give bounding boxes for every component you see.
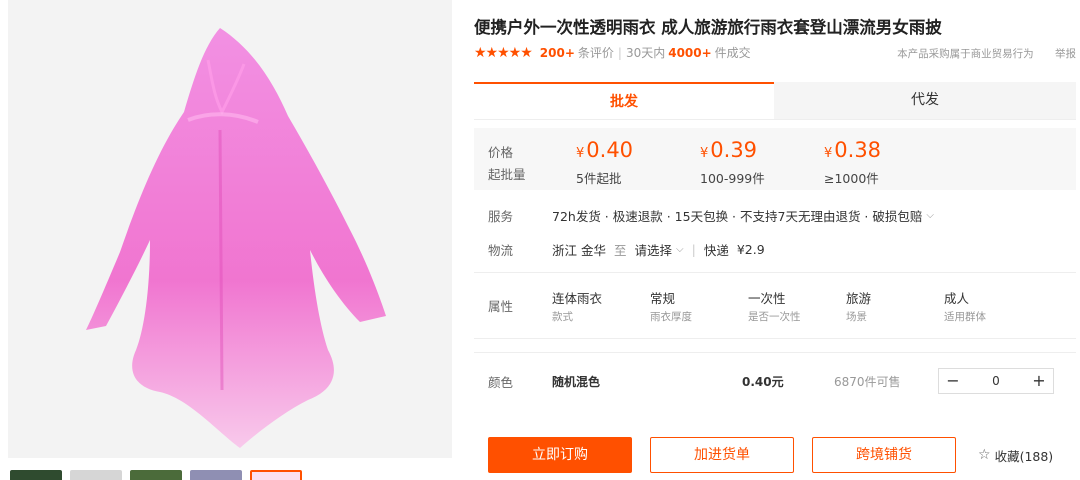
- price-tier: ¥0.39 100-999件: [700, 138, 765, 187]
- review-count[interactable]: 200+: [540, 46, 575, 60]
- sku-color: 随机混色: [552, 374, 601, 389]
- divider: [474, 272, 1076, 273]
- sku-row: 颜色 随机混色 0.40元 6870件可售 − 0 +: [488, 368, 1076, 394]
- logistics-origin: 浙江 金华: [552, 243, 606, 258]
- review-suffix[interactable]: 条评价: [578, 44, 614, 61]
- sales-count: 4000+: [668, 45, 712, 60]
- attribute-key: 适用群体: [944, 311, 986, 323]
- attribute-value: 常规: [650, 291, 676, 306]
- service-label: 服务: [488, 209, 514, 224]
- attribute-value: 一次性: [748, 291, 786, 306]
- attribute-key: 场景: [846, 311, 867, 323]
- currency-symbol: ¥: [576, 146, 585, 161]
- moq-label: 起批量: [488, 167, 526, 182]
- service-text: 72h发货 · 极速退款 · 15天包换 · 不支持7天无理由退货 · 破损包赔: [552, 209, 923, 224]
- attribute-key: 是否一次性: [748, 311, 801, 323]
- attributes-row: 属性 连体雨衣 款式 常规 雨衣厚度 一次性 是否一次性 旅游 场景 成人 适用…: [488, 288, 1042, 324]
- product-gallery: [0, 0, 462, 480]
- logistics-row: 物流 浙江 金华 至 请选择 ⌵ | 快递 ¥2.9: [488, 240, 765, 259]
- quantity-stepper: − 0 +: [938, 368, 1054, 394]
- chevron-down-icon[interactable]: ⌵: [926, 210, 934, 221]
- attribute-item: 旅游 场景: [846, 288, 944, 324]
- buy-now-button[interactable]: 立即订购: [488, 437, 632, 473]
- quantity-input[interactable]: 0: [967, 369, 1025, 393]
- divider: [474, 352, 1076, 353]
- star-rating-icon: ★★★★★: [474, 44, 533, 61]
- logistics-label: 物流: [488, 243, 514, 258]
- attribute-value: 连体雨衣: [552, 291, 603, 306]
- service-row: 服务 72h发货 · 极速退款 · 15天包换 · 不支持7天无理由退货 · 破…: [488, 206, 934, 225]
- thumbnail[interactable]: [10, 470, 62, 480]
- add-to-cart-button[interactable]: 加进货单: [650, 437, 794, 473]
- thumbnail-strip: [10, 470, 302, 480]
- favorite-label: 收藏(188): [994, 448, 1054, 464]
- tab-dropship[interactable]: 代发: [774, 82, 1076, 119]
- price-box: 价格 起批量 ¥0.40 5件起批 ¥0.39 100-999件 ¥0.38 ≥…: [474, 128, 1076, 190]
- attribute-item: 成人 适用群体: [944, 288, 1042, 324]
- logistics-to: 至: [613, 243, 627, 258]
- trade-notice-text: 本产品采购属于商业贸易行为: [897, 48, 1034, 60]
- tier-quantity: 5件起批: [576, 171, 622, 186]
- product-info-panel: 便携户外一次性透明雨衣 成人旅游旅行雨衣套登山漂流男女雨披 ★★★★★ 200+…: [474, 0, 1080, 480]
- plus-button[interactable]: +: [1025, 369, 1053, 393]
- price-tier: ¥0.40 5件起批: [576, 138, 633, 187]
- action-bar: 立即订购 加进货单 跨境铺货 ☆ 收藏(188): [488, 437, 1053, 473]
- sku-label: 颜色: [488, 374, 514, 390]
- tier-price: 0.40: [586, 138, 634, 162]
- trade-notice: 本产品采购属于商业贸易行为 举报: [897, 46, 1076, 61]
- price-labels: 价格 起批量: [488, 142, 526, 186]
- tier-price: 0.39: [710, 138, 758, 162]
- attributes-label: 属性: [488, 299, 514, 314]
- separator: |: [617, 45, 622, 60]
- attribute-value: 成人: [944, 291, 970, 306]
- thumbnail-selected[interactable]: [250, 470, 302, 480]
- attribute-key: 雨衣厚度: [650, 311, 692, 323]
- attribute-item: 一次性 是否一次性: [748, 288, 846, 324]
- attribute-item: 常规 雨衣厚度: [650, 288, 748, 324]
- tier-quantity: ≥1000件: [824, 171, 879, 186]
- destination-select[interactable]: 请选择: [635, 240, 673, 259]
- tier-price: 0.38: [834, 138, 882, 162]
- product-title: 便携户外一次性透明雨衣 成人旅游旅行雨衣套登山漂流男女雨披: [474, 18, 942, 37]
- attribute-key: 款式: [552, 311, 573, 323]
- star-icon: ☆: [978, 447, 991, 463]
- tab-wholesale[interactable]: 批发: [474, 82, 774, 119]
- report-link[interactable]: 举报: [1055, 48, 1076, 60]
- separator: |: [691, 242, 696, 257]
- purchase-tabs: 批发 代发: [474, 82, 1076, 120]
- sku-stock: 6870件可售: [834, 374, 901, 389]
- chevron-down-icon[interactable]: ⌵: [676, 244, 684, 255]
- product-main-image[interactable]: [8, 0, 452, 458]
- sku-price: 0.40元: [742, 374, 784, 389]
- thumbnail[interactable]: [190, 470, 242, 480]
- favorite-button[interactable]: ☆ 收藏(188): [978, 446, 1053, 465]
- currency-symbol: ¥: [700, 146, 709, 161]
- minus-button[interactable]: −: [939, 369, 967, 393]
- rating-row: ★★★★★ 200+ 条评价 | 30天内 4000+ 件成交: [474, 44, 751, 61]
- price-label: 价格: [488, 145, 514, 160]
- divider: [474, 338, 1076, 339]
- raincoat-image: [8, 0, 452, 458]
- attribute-item: 连体雨衣 款式: [552, 288, 650, 324]
- tier-quantity: 100-999件: [700, 171, 765, 186]
- sales-suffix: 件成交: [714, 46, 751, 60]
- express-label: 快递: [703, 243, 729, 258]
- cross-border-button[interactable]: 跨境铺货: [812, 437, 956, 473]
- attribute-value: 旅游: [846, 291, 872, 306]
- currency-symbol: ¥: [824, 146, 833, 161]
- shipping-fee: ¥2.9: [736, 242, 765, 257]
- sales-prefix: 30天内: [625, 46, 666, 60]
- thumbnail[interactable]: [130, 470, 182, 480]
- price-tier: ¥0.38 ≥1000件: [824, 138, 881, 187]
- thumbnail[interactable]: [70, 470, 122, 480]
